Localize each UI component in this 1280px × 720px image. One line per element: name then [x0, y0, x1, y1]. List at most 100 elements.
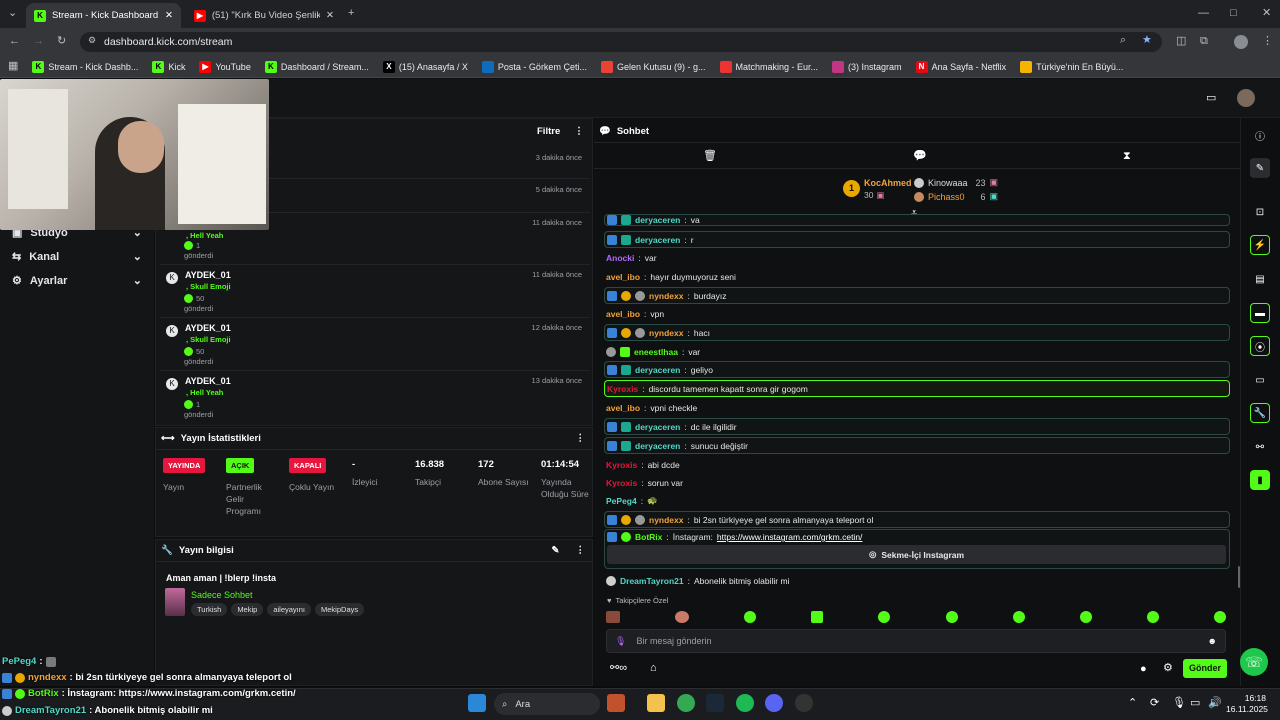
instagram-link[interactable]: https://www.instagram.com/grkm.cetin/ [717, 532, 863, 542]
game-app-icon[interactable] [607, 694, 625, 712]
chat-username[interactable]: DreamTayron21 [620, 576, 684, 586]
maximize-icon[interactable]: □ [1230, 8, 1237, 19]
clock[interactable]: 16:18 16.11.2025 [1226, 693, 1268, 715]
chat-username[interactable]: deryaceren [635, 365, 680, 375]
more-vert-icon[interactable]: ⋮ [574, 126, 584, 137]
volume-icon[interactable]: 🔊 [1208, 698, 1222, 709]
emote-icon[interactable] [1012, 611, 1025, 623]
emote-icon[interactable] [878, 611, 891, 623]
edit-pencil-icon[interactable]: ✎ [1250, 158, 1270, 178]
close-window-icon[interactable]: ✕ [1262, 8, 1271, 19]
bookmark-star-icon[interactable]: ★ [1142, 35, 1152, 46]
extension-icon[interactable]: ◫ [1176, 36, 1186, 47]
document-icon[interactable]: ▤ [1250, 269, 1270, 289]
chat-username[interactable]: deryaceren [635, 215, 680, 225]
new-tab-icon[interactable]: + [348, 8, 354, 19]
edit-pencil-icon[interactable]: ✎ [552, 545, 560, 556]
emoji-icon[interactable]: ☻ [1208, 636, 1217, 646]
more-vert-icon[interactable]: ⋮ [576, 433, 586, 444]
tab-youtube[interactable]: ▶ (51) "Kırk Bu Video Şenlik" Kick ✕ [186, 3, 342, 28]
chat-username[interactable]: nyndexx [649, 515, 684, 525]
chat-input[interactable]: 🎙 Bir mesaj gönderin ☻ [606, 629, 1226, 653]
bookmark-item[interactable]: Posta - Görkem Çeti... [481, 60, 587, 73]
bookmark-item[interactable]: (3) Instagram [832, 60, 902, 73]
trash-icon[interactable]: 🗑 [703, 151, 717, 162]
user-avatar[interactable] [1237, 89, 1255, 107]
bookmark-item[interactable]: Matchmaking - Eur... [719, 60, 818, 73]
tray-chevron-icon[interactable]: ⌃ [1128, 698, 1137, 709]
info-icon[interactable]: ⓘ [1250, 125, 1270, 145]
bookmark-item[interactable]: Gelen Kutusu (9) - g... [600, 60, 706, 73]
sidebar-item-kanal[interactable]: ⇆ Kanal ⌄ [12, 250, 142, 264]
zoom-icon[interactable]: ⌕ [1120, 35, 1126, 46]
screen-capture-icon[interactable]: ⊡ [1250, 202, 1270, 222]
emote-icon[interactable] [744, 611, 757, 623]
connections-icon[interactable]: ⚯∞ [610, 663, 627, 674]
broadcast-icon[interactable]: ⦿ [1250, 336, 1270, 356]
site-info-icon[interactable]: ⚙ [88, 36, 96, 45]
chat-bubble-icon[interactable]: ▬ [1250, 303, 1270, 323]
chat-username[interactable]: BotRix [635, 532, 662, 542]
sync-icon[interactable]: ⟳ [1150, 698, 1159, 709]
chrome-icon[interactable] [677, 694, 695, 712]
wrench-icon[interactable]: 🔧 [1250, 403, 1270, 423]
connections-icon[interactable]: ⚯ [1250, 437, 1270, 457]
store-icon[interactable]: ⌂ [650, 663, 657, 674]
gear-icon[interactable]: ⚙ [1163, 663, 1173, 674]
open-instagram-button[interactable]: ◎ Sekme-İçi Instagram [607, 545, 1226, 564]
close-tab-icon[interactable]: ✕ [165, 10, 173, 21]
chat-username[interactable]: avel_ibo [606, 309, 640, 319]
chat-username[interactable]: Kyroxis [606, 478, 637, 488]
bookmark-item[interactable]: X (15) Anasayfa / X [382, 60, 468, 73]
spotify-icon[interactable] [736, 694, 754, 712]
microphone-icon[interactable]: 🎙 [1172, 698, 1186, 709]
chat-username[interactable]: deryaceren [635, 235, 680, 245]
store-icon[interactable]: ▭ [1250, 370, 1270, 390]
more-vert-icon[interactable]: ⋮ [576, 545, 586, 556]
emote-icon[interactable] [1079, 611, 1092, 623]
lightning-icon[interactable]: ⚡ [1250, 235, 1270, 255]
taskbar-search[interactable]: ⌕ Ara [494, 693, 600, 715]
emote-icon[interactable] [1213, 611, 1226, 623]
send-button[interactable]: Gönder [1183, 659, 1227, 678]
support-chat-icon[interactable]: ☏ [1240, 648, 1268, 676]
bookmark-item[interactable]: Türkiye'nin En Büyü... [1020, 60, 1123, 73]
chat-username[interactable]: PePeg4 [606, 496, 637, 506]
tab-search-icon[interactable]: ⌄ [8, 8, 17, 19]
microphone-icon[interactable]: 🎙 [615, 636, 626, 647]
stream-preview-icon[interactable]: ▭ [1206, 93, 1216, 104]
category-name[interactable]: Sadece Sohbet [191, 590, 253, 600]
slow-mode-hourglass-icon[interactable]: ⧗ [1123, 151, 1131, 162]
forward-icon[interactable]: → [33, 36, 44, 47]
discord-icon[interactable] [765, 694, 783, 712]
tab-kick-dashboard[interactable]: K Stream - Kick Dashboard ✕ [26, 3, 181, 28]
windows-start-icon[interactable] [468, 694, 486, 712]
chat-username[interactable]: Anocki [606, 253, 634, 263]
chat-username[interactable]: avel_ibo [606, 272, 640, 282]
sidebar-item-ayarlar[interactable]: ⚙ Ayarlar ⌄ [12, 274, 142, 288]
bookmark-item[interactable]: K Kick [152, 60, 185, 73]
chat-username[interactable]: deryaceren [635, 441, 680, 451]
emote-icon[interactable] [1146, 611, 1159, 623]
bookmark-item[interactable]: N Ana Sayfa - Netflix [915, 60, 1006, 73]
filter-button[interactable]: Filtre ⋮ [537, 126, 584, 137]
obs-icon[interactable] [795, 694, 813, 712]
chat-mode-icon[interactable]: 💬 [913, 151, 927, 162]
chat-bubble-icon[interactable]: ● [1140, 664, 1147, 675]
reload-icon[interactable]: ↻ [57, 36, 66, 47]
chat-username[interactable]: Kyroxis [606, 460, 637, 470]
url-bar[interactable]: ⚙ dashboard.kick.com/stream ⌕ ★ [80, 32, 1162, 52]
chat-username[interactable]: avel_ibo [606, 403, 640, 413]
bookmark-item[interactable]: K Dashboard / Stream... [264, 60, 369, 73]
chat-username[interactable]: nyndexx [649, 328, 684, 338]
chat-username[interactable]: eneestlhaa [634, 347, 678, 357]
bookmark-item[interactable]: K Stream - Kick Dashb... [32, 60, 138, 73]
minimize-icon[interactable]: — [1198, 8, 1209, 19]
bookmark-item[interactable]: ▶ YouTube [199, 60, 251, 73]
chat-username[interactable]: Kyroxis [607, 384, 638, 394]
profile-avatar[interactable] [1234, 35, 1248, 49]
emote-icon[interactable] [606, 611, 620, 623]
chat-username[interactable]: deryaceren [635, 422, 680, 432]
emote-icon[interactable] [811, 611, 824, 623]
chat-username[interactable]: nyndexx [649, 291, 684, 301]
